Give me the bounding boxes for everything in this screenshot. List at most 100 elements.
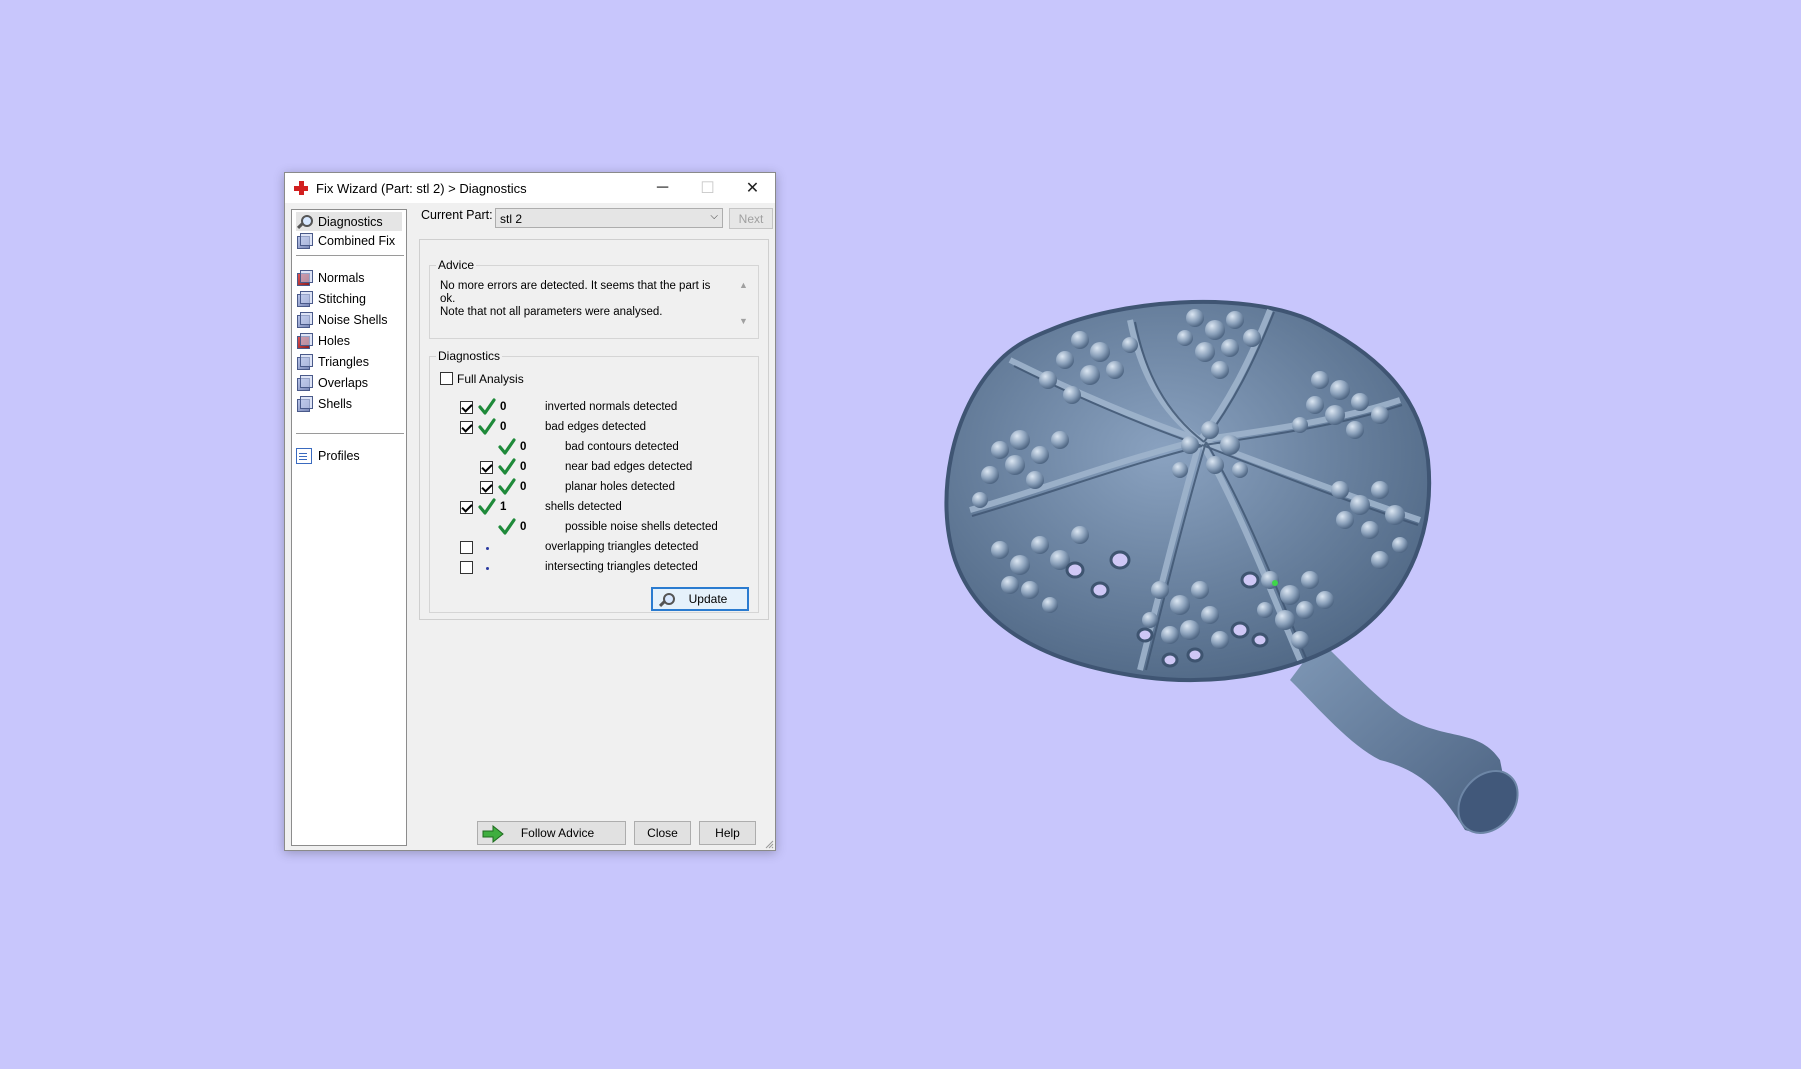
wizard-nav-panel: Diagnostics Combined Fix Normals Stitchi… bbox=[291, 209, 407, 846]
normals-cube-icon bbox=[296, 269, 313, 286]
nav-item-combined-fix[interactable]: Combined Fix bbox=[296, 231, 402, 250]
nav-item-label: Profiles bbox=[318, 448, 360, 463]
bad-contours-count: 0 bbox=[520, 441, 527, 453]
shells-cube-icon bbox=[296, 395, 313, 412]
green-check-icon bbox=[498, 478, 516, 495]
shells-count: 1 bbox=[500, 501, 507, 513]
near-bad-edges-count: 0 bbox=[520, 461, 527, 473]
planar-holes-label: planar holes detected bbox=[565, 481, 675, 493]
advice-line-1: No more errors are detected. It seems th… bbox=[440, 280, 711, 305]
shells-label: shells detected bbox=[545, 501, 622, 513]
fix-wizard-window: Fix Wizard (Part: stl 2) > Diagnostics ─… bbox=[284, 172, 776, 851]
scroll-up-icon[interactable]: ▲ bbox=[739, 280, 748, 290]
cube-icon bbox=[296, 232, 313, 249]
holes-cube-icon bbox=[296, 332, 313, 349]
current-part-label: Current Part: bbox=[421, 208, 493, 222]
advice-line-2: Note that not all parameters were analys… bbox=[440, 306, 663, 318]
red-cross-app-icon bbox=[294, 181, 308, 195]
window-title: Fix Wizard (Part: stl 2) > Diagnostics bbox=[316, 180, 527, 196]
nav-item-label: Holes bbox=[318, 333, 350, 348]
intersecting-triangles-checkbox[interactable] bbox=[460, 561, 473, 574]
current-part-select[interactable]: stl 2 ⌵ bbox=[495, 208, 723, 228]
near-bad-edges-checkbox[interactable] bbox=[480, 461, 493, 474]
nav-item-label: Normals bbox=[318, 270, 365, 285]
green-arrow-icon bbox=[482, 825, 504, 843]
triangles-cube-icon bbox=[296, 353, 313, 370]
follow-advice-label: Follow Advice bbox=[520, 826, 595, 840]
overlapping-triangles-checkbox[interactable] bbox=[460, 541, 473, 554]
noise-shells-icon bbox=[296, 311, 313, 328]
content-panel: Advice No more errors are detected. It s… bbox=[419, 239, 769, 620]
advice-group: Advice No more errors are detected. It s… bbox=[429, 258, 759, 339]
noise-shells-label: possible noise shells detected bbox=[565, 521, 718, 533]
green-check-icon bbox=[478, 398, 496, 415]
nav-item-profiles[interactable]: Profiles bbox=[296, 446, 402, 465]
nav-item-stitching[interactable]: Stitching bbox=[296, 289, 402, 308]
resize-grip-icon[interactable] bbox=[764, 839, 774, 849]
nav-item-label: Combined Fix bbox=[318, 233, 396, 248]
advice-text: No more errors are detected. It seems th… bbox=[440, 280, 720, 319]
full-analysis-checkbox[interactable] bbox=[440, 372, 453, 385]
nav-divider bbox=[296, 433, 404, 434]
bad-edges-checkbox[interactable] bbox=[460, 421, 473, 434]
diagnostics-title: Diagnostics bbox=[436, 349, 503, 363]
stl-part-3d-model[interactable] bbox=[940, 290, 1580, 850]
diagnostics-group: Diagnostics Full Analysis 0 inverted nor… bbox=[429, 349, 759, 613]
green-check-icon bbox=[498, 438, 516, 455]
update-label: Update bbox=[688, 592, 728, 606]
overlapping-triangles-label: overlapping triangles detected bbox=[545, 541, 699, 553]
noise-shells-count: 0 bbox=[520, 521, 527, 533]
minimize-button[interactable]: ─ bbox=[640, 173, 685, 203]
nav-item-label: Diagnostics bbox=[318, 214, 383, 229]
magnifier-icon bbox=[296, 214, 313, 230]
bad-edges-label: bad edges detected bbox=[545, 421, 647, 433]
near-bad-edges-label: near bad edges detected bbox=[565, 461, 693, 473]
not-analysed-dot-icon bbox=[486, 547, 489, 550]
advice-title: Advice bbox=[436, 258, 477, 272]
update-button[interactable]: Update bbox=[651, 587, 749, 611]
close-window-button[interactable]: ✕ bbox=[730, 173, 775, 203]
nav-item-overlaps[interactable]: Overlaps bbox=[296, 373, 402, 392]
nav-item-label: Shells bbox=[318, 396, 353, 411]
planar-holes-checkbox[interactable] bbox=[480, 481, 493, 494]
help-button[interactable]: Help bbox=[699, 821, 756, 845]
shells-checkbox[interactable] bbox=[460, 501, 473, 514]
nav-item-holes[interactable]: Holes bbox=[296, 331, 402, 350]
advice-scrollbar[interactable]: ▲ ▼ bbox=[737, 278, 752, 328]
inverted-normals-checkbox[interactable] bbox=[460, 401, 473, 414]
title-bar[interactable]: Fix Wizard (Part: stl 2) > Diagnostics ─… bbox=[285, 173, 775, 203]
nav-item-normals[interactable]: Normals bbox=[296, 268, 402, 287]
nav-item-label: Noise Shells bbox=[318, 312, 388, 327]
bad-contours-label: bad contours detected bbox=[565, 441, 679, 453]
chevron-down-icon: ⌵ bbox=[710, 211, 718, 222]
nav-item-noise-shells[interactable]: Noise Shells bbox=[296, 310, 402, 329]
nav-item-diagnostics[interactable]: Diagnostics bbox=[296, 212, 402, 231]
nav-item-label: Stitching bbox=[318, 291, 366, 306]
follow-advice-button[interactable]: Follow Advice bbox=[477, 821, 626, 845]
green-check-icon bbox=[498, 518, 516, 535]
document-icon bbox=[296, 447, 312, 464]
not-analysed-dot-icon bbox=[486, 567, 489, 570]
nav-item-label: Overlaps bbox=[318, 375, 369, 390]
green-check-icon bbox=[478, 498, 496, 515]
maximize-button: ☐ bbox=[700, 180, 715, 197]
nav-item-label: Triangles bbox=[318, 354, 369, 369]
scroll-down-icon[interactable]: ▼ bbox=[739, 316, 748, 326]
nav-divider bbox=[296, 255, 404, 256]
inverted-normals-label: inverted normals detected bbox=[545, 401, 678, 413]
intersecting-triangles-label: intersecting triangles detected bbox=[545, 561, 698, 573]
green-check-icon bbox=[498, 458, 516, 475]
close-button[interactable]: Close bbox=[634, 821, 691, 845]
nav-item-triangles[interactable]: Triangles bbox=[296, 352, 402, 371]
next-button: Next bbox=[729, 208, 773, 229]
bad-edges-count: 0 bbox=[500, 421, 507, 433]
green-check-icon bbox=[478, 418, 496, 435]
current-part-value: stl 2 bbox=[500, 212, 523, 226]
inverted-normals-count: 0 bbox=[500, 401, 507, 413]
full-analysis-label: Full Analysis bbox=[457, 372, 524, 386]
stitching-cube-icon bbox=[296, 290, 313, 307]
overlaps-cube-icon bbox=[296, 374, 313, 391]
selection-marker bbox=[1272, 580, 1278, 586]
nav-item-shells[interactable]: Shells bbox=[296, 394, 402, 413]
planar-holes-count: 0 bbox=[520, 481, 527, 493]
